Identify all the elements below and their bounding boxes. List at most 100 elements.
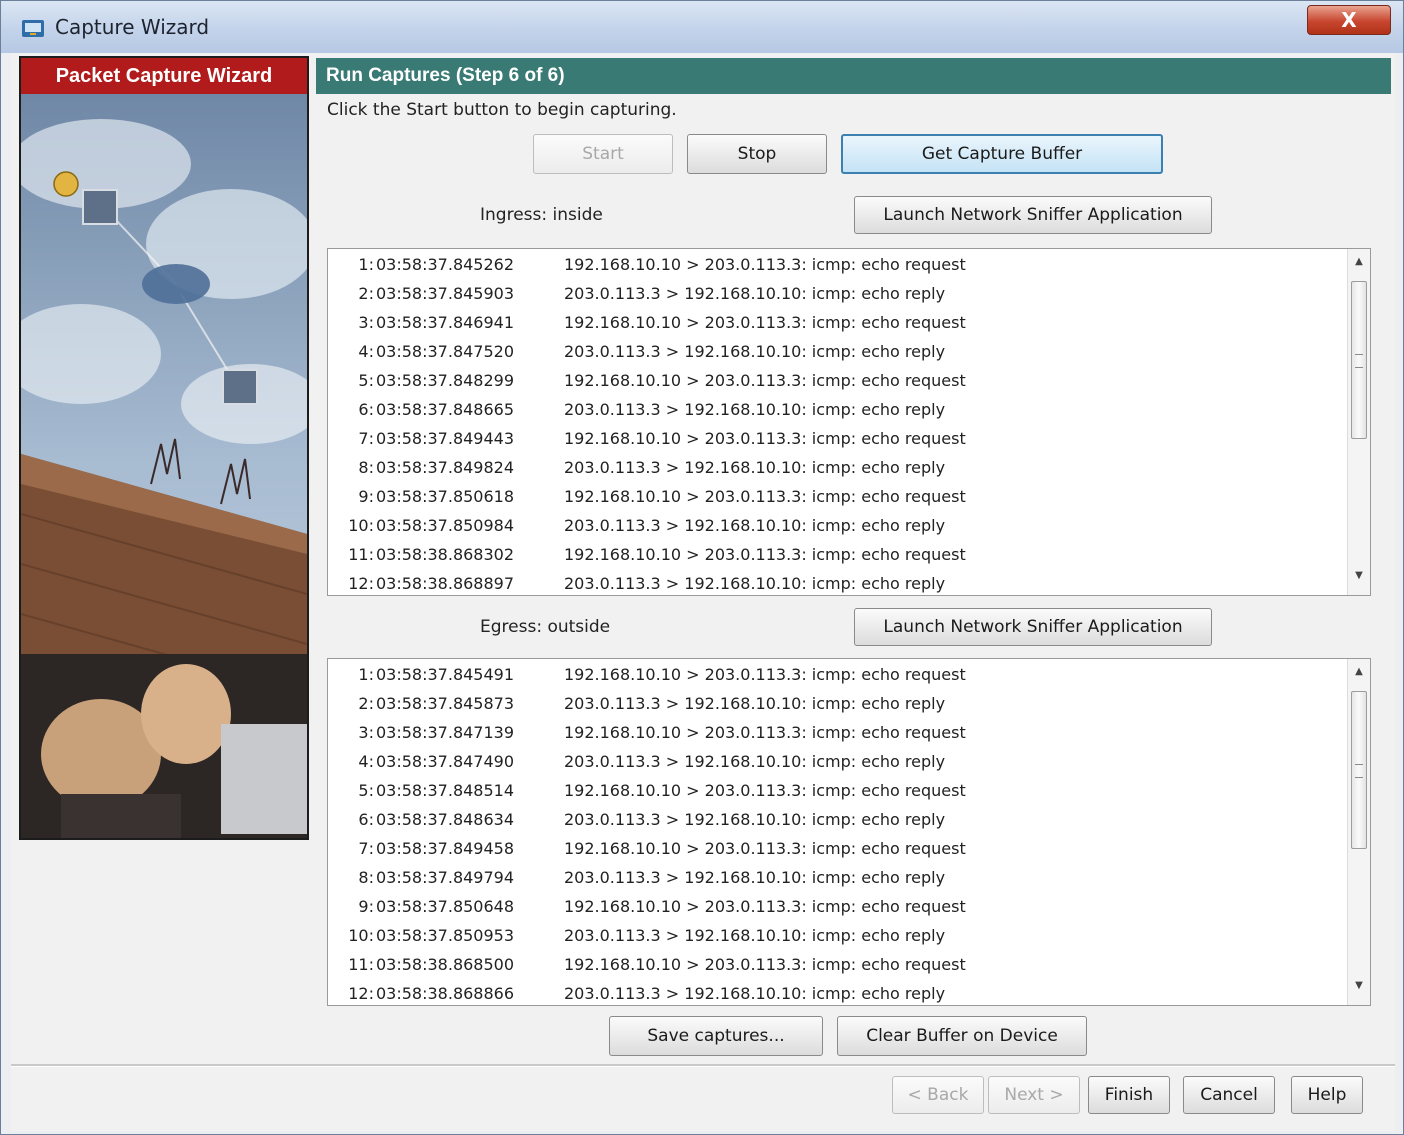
ingress-scrollbar[interactable]: ▲ ▼ — [1347, 249, 1370, 595]
table-row[interactable]: 7: 03:58:37.849443 192.168.10.10 > 203.0.1… — [328, 425, 1338, 454]
stop-button[interactable]: Stop — [687, 134, 827, 174]
row-timestamp: 03:58:38.868302 — [376, 545, 515, 564]
row-info: 203.0.113.3 > 192.168.10.10: icmp: echo … — [564, 868, 946, 887]
row-number: 3: — [358, 723, 374, 742]
table-row[interactable]: 6: 03:58:37.848634 203.0.113.3 > 192.168.1… — [328, 806, 1338, 835]
row-info: 203.0.113.3 > 192.168.10.10: icmp: echo … — [564, 752, 946, 771]
ingress-scroll-thumb[interactable] — [1351, 281, 1367, 439]
row-timestamp: 03:58:38.868866 — [376, 984, 515, 1003]
scroll-down-icon[interactable]: ▼ — [1348, 567, 1370, 585]
scroll-up-icon[interactable]: ▲ — [1348, 253, 1370, 271]
close-icon[interactable]: X — [1307, 5, 1391, 35]
row-number: 12: — [348, 574, 374, 593]
help-button[interactable]: Help — [1291, 1076, 1363, 1114]
row-info: 192.168.10.10 > 203.0.113.3: icmp: echo … — [564, 723, 966, 742]
table-row[interactable]: 11: 03:58:38.868302 192.168.10.10 > 203.0.… — [328, 541, 1338, 570]
table-row[interactable]: 8: 03:58:37.849824 203.0.113.3 > 192.168.1… — [328, 454, 1338, 483]
row-number: 10: — [348, 516, 374, 535]
row-info: 203.0.113.3 > 192.168.10.10: icmp: echo … — [564, 400, 946, 419]
row-info: 203.0.113.3 > 192.168.10.10: icmp: echo … — [564, 284, 946, 303]
table-row[interactable]: 10: 03:58:37.850984 203.0.113.3 > 192.168.… — [328, 512, 1338, 541]
egress-capture-list[interactable]: 1: 03:58:37.845491 192.168.10.10 > 203.0.1… — [327, 658, 1371, 1006]
row-info: 192.168.10.10 > 203.0.113.3: icmp: echo … — [564, 487, 966, 506]
row-info: 192.168.10.10 > 203.0.113.3: icmp: echo … — [564, 313, 966, 332]
row-number: 7: — [358, 839, 374, 858]
table-row[interactable]: 5: 03:58:37.848299 192.168.10.10 > 203.0.1… — [328, 367, 1338, 396]
row-number: 12: — [348, 984, 374, 1003]
row-timestamp: 03:58:37.850648 — [376, 897, 515, 916]
ingress-launch-sniffer-button[interactable]: Launch Network Sniffer Application — [854, 196, 1212, 234]
row-timestamp: 03:58:37.848634 — [376, 810, 515, 829]
row-timestamp: 03:58:37.850618 — [376, 487, 515, 506]
capture-wizard-app-icon — [22, 20, 44, 37]
row-number: 7: — [358, 429, 374, 448]
row-number: 10: — [348, 926, 374, 945]
row-info: 203.0.113.3 > 192.168.10.10: icmp: echo … — [564, 694, 946, 713]
table-row[interactable]: 3: 03:58:37.846941 192.168.10.10 > 203.0.1… — [328, 309, 1338, 338]
table-row[interactable]: 10: 03:58:37.850953 203.0.113.3 > 192.168.… — [328, 922, 1338, 951]
ingress-rows: 1: 03:58:37.845262 192.168.10.10 > 203.0.1… — [328, 251, 1338, 595]
row-timestamp: 03:58:37.847520 — [376, 342, 515, 361]
row-timestamp: 03:58:37.849443 — [376, 429, 515, 448]
egress-scrollbar[interactable]: ▲ ▼ — [1347, 659, 1370, 1005]
finish-button[interactable]: Finish — [1088, 1076, 1170, 1114]
table-row[interactable]: 9: 03:58:37.850618 192.168.10.10 > 203.0.1… — [328, 483, 1338, 512]
table-row[interactable]: 6: 03:58:37.848665 203.0.113.3 > 192.168.1… — [328, 396, 1338, 425]
table-row[interactable]: 1: 03:58:37.845491 192.168.10.10 > 203.0.1… — [328, 661, 1338, 690]
scroll-down-icon[interactable]: ▼ — [1348, 977, 1370, 995]
table-row[interactable]: 8: 03:58:37.849794 203.0.113.3 > 192.168.1… — [328, 864, 1338, 893]
row-number: 11: — [348, 955, 374, 974]
save-captures-button[interactable]: Save captures... — [609, 1016, 823, 1056]
row-info: 192.168.10.10 > 203.0.113.3: icmp: echo … — [564, 839, 966, 858]
egress-scroll-thumb[interactable] — [1351, 691, 1367, 849]
table-row[interactable]: 4: 03:58:37.847520 203.0.113.3 > 192.168.1… — [328, 338, 1338, 367]
table-row[interactable]: 5: 03:58:37.848514 192.168.10.10 > 203.0.1… — [328, 777, 1338, 806]
row-timestamp: 03:58:37.845873 — [376, 694, 515, 713]
table-row[interactable]: 4: 03:58:37.847490 203.0.113.3 > 192.168.1… — [328, 748, 1338, 777]
scroll-up-icon[interactable]: ▲ — [1348, 663, 1370, 681]
row-timestamp: 03:58:37.847490 — [376, 752, 515, 771]
cancel-button[interactable]: Cancel — [1183, 1076, 1275, 1114]
row-timestamp: 03:58:38.868500 — [376, 955, 515, 974]
row-info: 203.0.113.3 > 192.168.10.10: icmp: echo … — [564, 342, 946, 361]
scroll-thumb-grip-icon — [1355, 764, 1363, 778]
row-timestamp: 03:58:37.849824 — [376, 458, 515, 477]
capture-wizard-window: Capture Wizard X Packet Capture Wizard R… — [0, 0, 1404, 1135]
next-button[interactable]: Next > — [988, 1076, 1080, 1114]
row-info: 203.0.113.3 > 192.168.10.10: icmp: echo … — [564, 810, 946, 829]
row-info: 203.0.113.3 > 192.168.10.10: icmp: echo … — [564, 926, 946, 945]
table-row[interactable]: 11: 03:58:38.868500 192.168.10.10 > 203.0.… — [328, 951, 1338, 980]
row-timestamp: 03:58:37.850953 — [376, 926, 515, 945]
egress-label: Egress: outside — [480, 617, 611, 637]
ingress-capture-list[interactable]: 1: 03:58:37.845262 192.168.10.10 > 203.0.1… — [327, 248, 1371, 596]
table-row[interactable]: 9: 03:58:37.850648 192.168.10.10 > 203.0.1… — [328, 893, 1338, 922]
egress-launch-sniffer-button[interactable]: Launch Network Sniffer Application — [854, 608, 1212, 646]
row-timestamp: 03:58:37.845262 — [376, 255, 515, 274]
row-timestamp: 03:58:37.849794 — [376, 868, 515, 887]
footer-separator — [11, 1064, 1395, 1067]
table-row[interactable]: 12: 03:58:38.868897 203.0.113.3 > 192.168.… — [328, 570, 1338, 595]
row-number: 6: — [358, 810, 374, 829]
back-button[interactable]: < Back — [892, 1076, 984, 1114]
table-row[interactable]: 3: 03:58:37.847139 192.168.10.10 > 203.0.1… — [328, 719, 1338, 748]
clear-buffer-button[interactable]: Clear Buffer on Device — [837, 1016, 1087, 1056]
table-row[interactable]: 2: 03:58:37.845873 203.0.113.3 > 192.168.1… — [328, 690, 1338, 719]
get-capture-buffer-button[interactable]: Get Capture Buffer — [841, 134, 1163, 174]
row-number: 2: — [358, 284, 374, 303]
row-info: 192.168.10.10 > 203.0.113.3: icmp: echo … — [564, 665, 966, 684]
table-row[interactable]: 7: 03:58:37.849458 192.168.10.10 > 203.0.1… — [328, 835, 1338, 864]
title-bar: Capture Wizard X — [1, 1, 1403, 53]
start-button[interactable]: Start — [533, 134, 673, 174]
row-number: 6: — [358, 400, 374, 419]
row-number: 3: — [358, 313, 374, 332]
table-row[interactable]: 12: 03:58:38.868866 203.0.113.3 > 192.168.… — [328, 980, 1338, 1005]
wizard-body: Packet Capture Wizard Run Captures (Step… — [11, 53, 1395, 1131]
row-number: 1: — [358, 665, 374, 684]
row-timestamp: 03:58:37.850984 — [376, 516, 515, 535]
table-row[interactable]: 2: 03:58:37.845903 203.0.113.3 > 192.168.1… — [328, 280, 1338, 309]
row-info: 203.0.113.3 > 192.168.10.10: icmp: echo … — [564, 458, 946, 477]
step-instruction: Click the Start button to begin capturin… — [327, 100, 677, 120]
row-number: 9: — [358, 897, 374, 916]
table-row[interactable]: 1: 03:58:37.845262 192.168.10.10 > 203.0.1… — [328, 251, 1338, 280]
row-info: 192.168.10.10 > 203.0.113.3: icmp: echo … — [564, 955, 966, 974]
